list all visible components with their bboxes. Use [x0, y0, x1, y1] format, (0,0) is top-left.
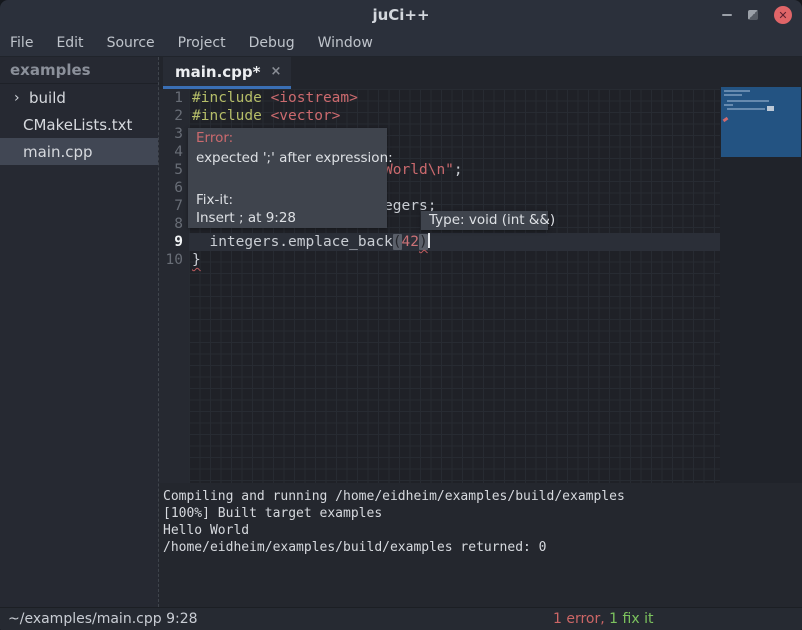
- window-controls: ✕: [722, 0, 792, 30]
- output-line: [100%] Built target examples: [163, 505, 802, 522]
- sidebar-item-label: CMakeLists.txt: [23, 116, 132, 134]
- diagnostics-status: 1 error, 1 fix it: [553, 608, 653, 630]
- code-line[interactable]: integers.emplace_back(42): [189, 233, 720, 251]
- output-line: /home/eidheim/examples/build/examples re…: [163, 539, 802, 556]
- code-token: }: [192, 252, 201, 268]
- code-token: <iostream>: [271, 90, 358, 106]
- output-line: Hello World: [163, 522, 802, 539]
- project-name-header: examples: [0, 57, 158, 84]
- code-token: <vector>: [271, 108, 341, 124]
- line-number: 7: [159, 197, 189, 215]
- jucipp-window: juCi++ ✕ File Edit Source Project Debug …: [0, 0, 802, 630]
- minimap-code-line: [727, 100, 769, 102]
- code-token: integers.emplace_back: [192, 234, 393, 250]
- tab-label: main.cpp*: [175, 63, 260, 81]
- error-count: 1 error,: [553, 611, 605, 627]
- tab-maincpp[interactable]: main.cpp* ×: [163, 57, 291, 89]
- code-line[interactable]: }: [189, 251, 720, 269]
- sidebar-item-label: build: [29, 89, 66, 107]
- sidebar-item-build[interactable]: › build: [0, 84, 158, 111]
- line-number: 2: [159, 107, 189, 125]
- code-token: #include: [192, 108, 271, 124]
- tooltip-error-title: Error:: [196, 130, 233, 146]
- status-bar: ~/examples/main.cpp 9:28 1 error, 1 fix …: [0, 607, 802, 630]
- main-content: examples › build CMakeLists.txt main.cpp…: [0, 57, 802, 607]
- menu-source[interactable]: Source: [107, 35, 155, 51]
- line-number: 6: [159, 179, 189, 197]
- tab-close-icon[interactable]: ×: [270, 65, 281, 78]
- type-tooltip: Type: void (int &&): [421, 211, 548, 230]
- window-title: juCi++: [0, 0, 802, 30]
- minimap-code-line: [727, 108, 765, 110]
- line-number: 8: [159, 215, 189, 233]
- minimap-code-line: [724, 90, 750, 92]
- minimap-column[interactable]: [720, 89, 802, 483]
- minimap-bracket-highlight: [767, 106, 774, 111]
- line-number: 5: [159, 161, 189, 179]
- sidebar-item-cmakelists[interactable]: CMakeLists.txt: [0, 111, 158, 138]
- menu-edit[interactable]: Edit: [56, 35, 83, 51]
- minimap-code-line: [724, 104, 733, 106]
- titlebar[interactable]: juCi++ ✕: [0, 0, 802, 30]
- code-token: ;: [454, 162, 463, 178]
- line-number: 9: [159, 233, 189, 251]
- code-line[interactable]: #include <vector>: [189, 107, 720, 125]
- menu-file[interactable]: File: [10, 35, 33, 51]
- maximize-icon[interactable]: [748, 10, 758, 20]
- tooltip-fixit-title: Fix-it:: [196, 192, 233, 208]
- chevron-right-icon[interactable]: ›: [14, 90, 29, 106]
- minimize-icon[interactable]: [722, 14, 732, 16]
- tooltip-error-message: expected ';' after expression:: [196, 150, 393, 166]
- close-icon[interactable]: ✕: [774, 6, 792, 24]
- minimap-code-line: [724, 94, 742, 96]
- output-panel[interactable]: Compiling and running /home/eidheim/exam…: [159, 483, 802, 607]
- diagnostic-tooltip: Error: expected ';' after expression: Fi…: [188, 128, 387, 228]
- sidebar-item-maincpp[interactable]: main.cpp: [0, 138, 158, 165]
- menubar: File Edit Source Project Debug Window: [0, 30, 802, 57]
- code-token: ): [419, 234, 428, 250]
- line-number: 10: [159, 251, 189, 269]
- sidebar-item-label: main.cpp: [23, 143, 93, 161]
- code-token: (: [393, 234, 402, 250]
- file-location-status: ~/examples/main.cpp 9:28: [8, 608, 198, 630]
- minimap-viewport[interactable]: [721, 87, 801, 157]
- tooltip-fixit-message: Insert ; at 9:28: [196, 210, 296, 226]
- fixit-count: 1 fix it: [605, 611, 654, 627]
- line-number: 1: [159, 89, 189, 107]
- text-caret: [428, 233, 430, 248]
- line-number: 4: [159, 143, 189, 161]
- minimap-error-mark: [723, 117, 729, 122]
- gutter: 12345678910: [159, 89, 189, 483]
- menu-window[interactable]: Window: [318, 35, 373, 51]
- output-line: Compiling and running /home/eidheim/exam…: [163, 488, 802, 505]
- line-number: 3: [159, 125, 189, 143]
- project-tree: examples › build CMakeLists.txt main.cpp: [0, 57, 159, 607]
- code-line[interactable]: #include <iostream>: [189, 89, 720, 107]
- code-token: #include: [192, 90, 271, 106]
- menu-project[interactable]: Project: [178, 35, 226, 51]
- tab-bar: main.cpp* ×: [159, 57, 802, 89]
- menu-debug[interactable]: Debug: [249, 35, 295, 51]
- code-token: 42: [402, 234, 419, 250]
